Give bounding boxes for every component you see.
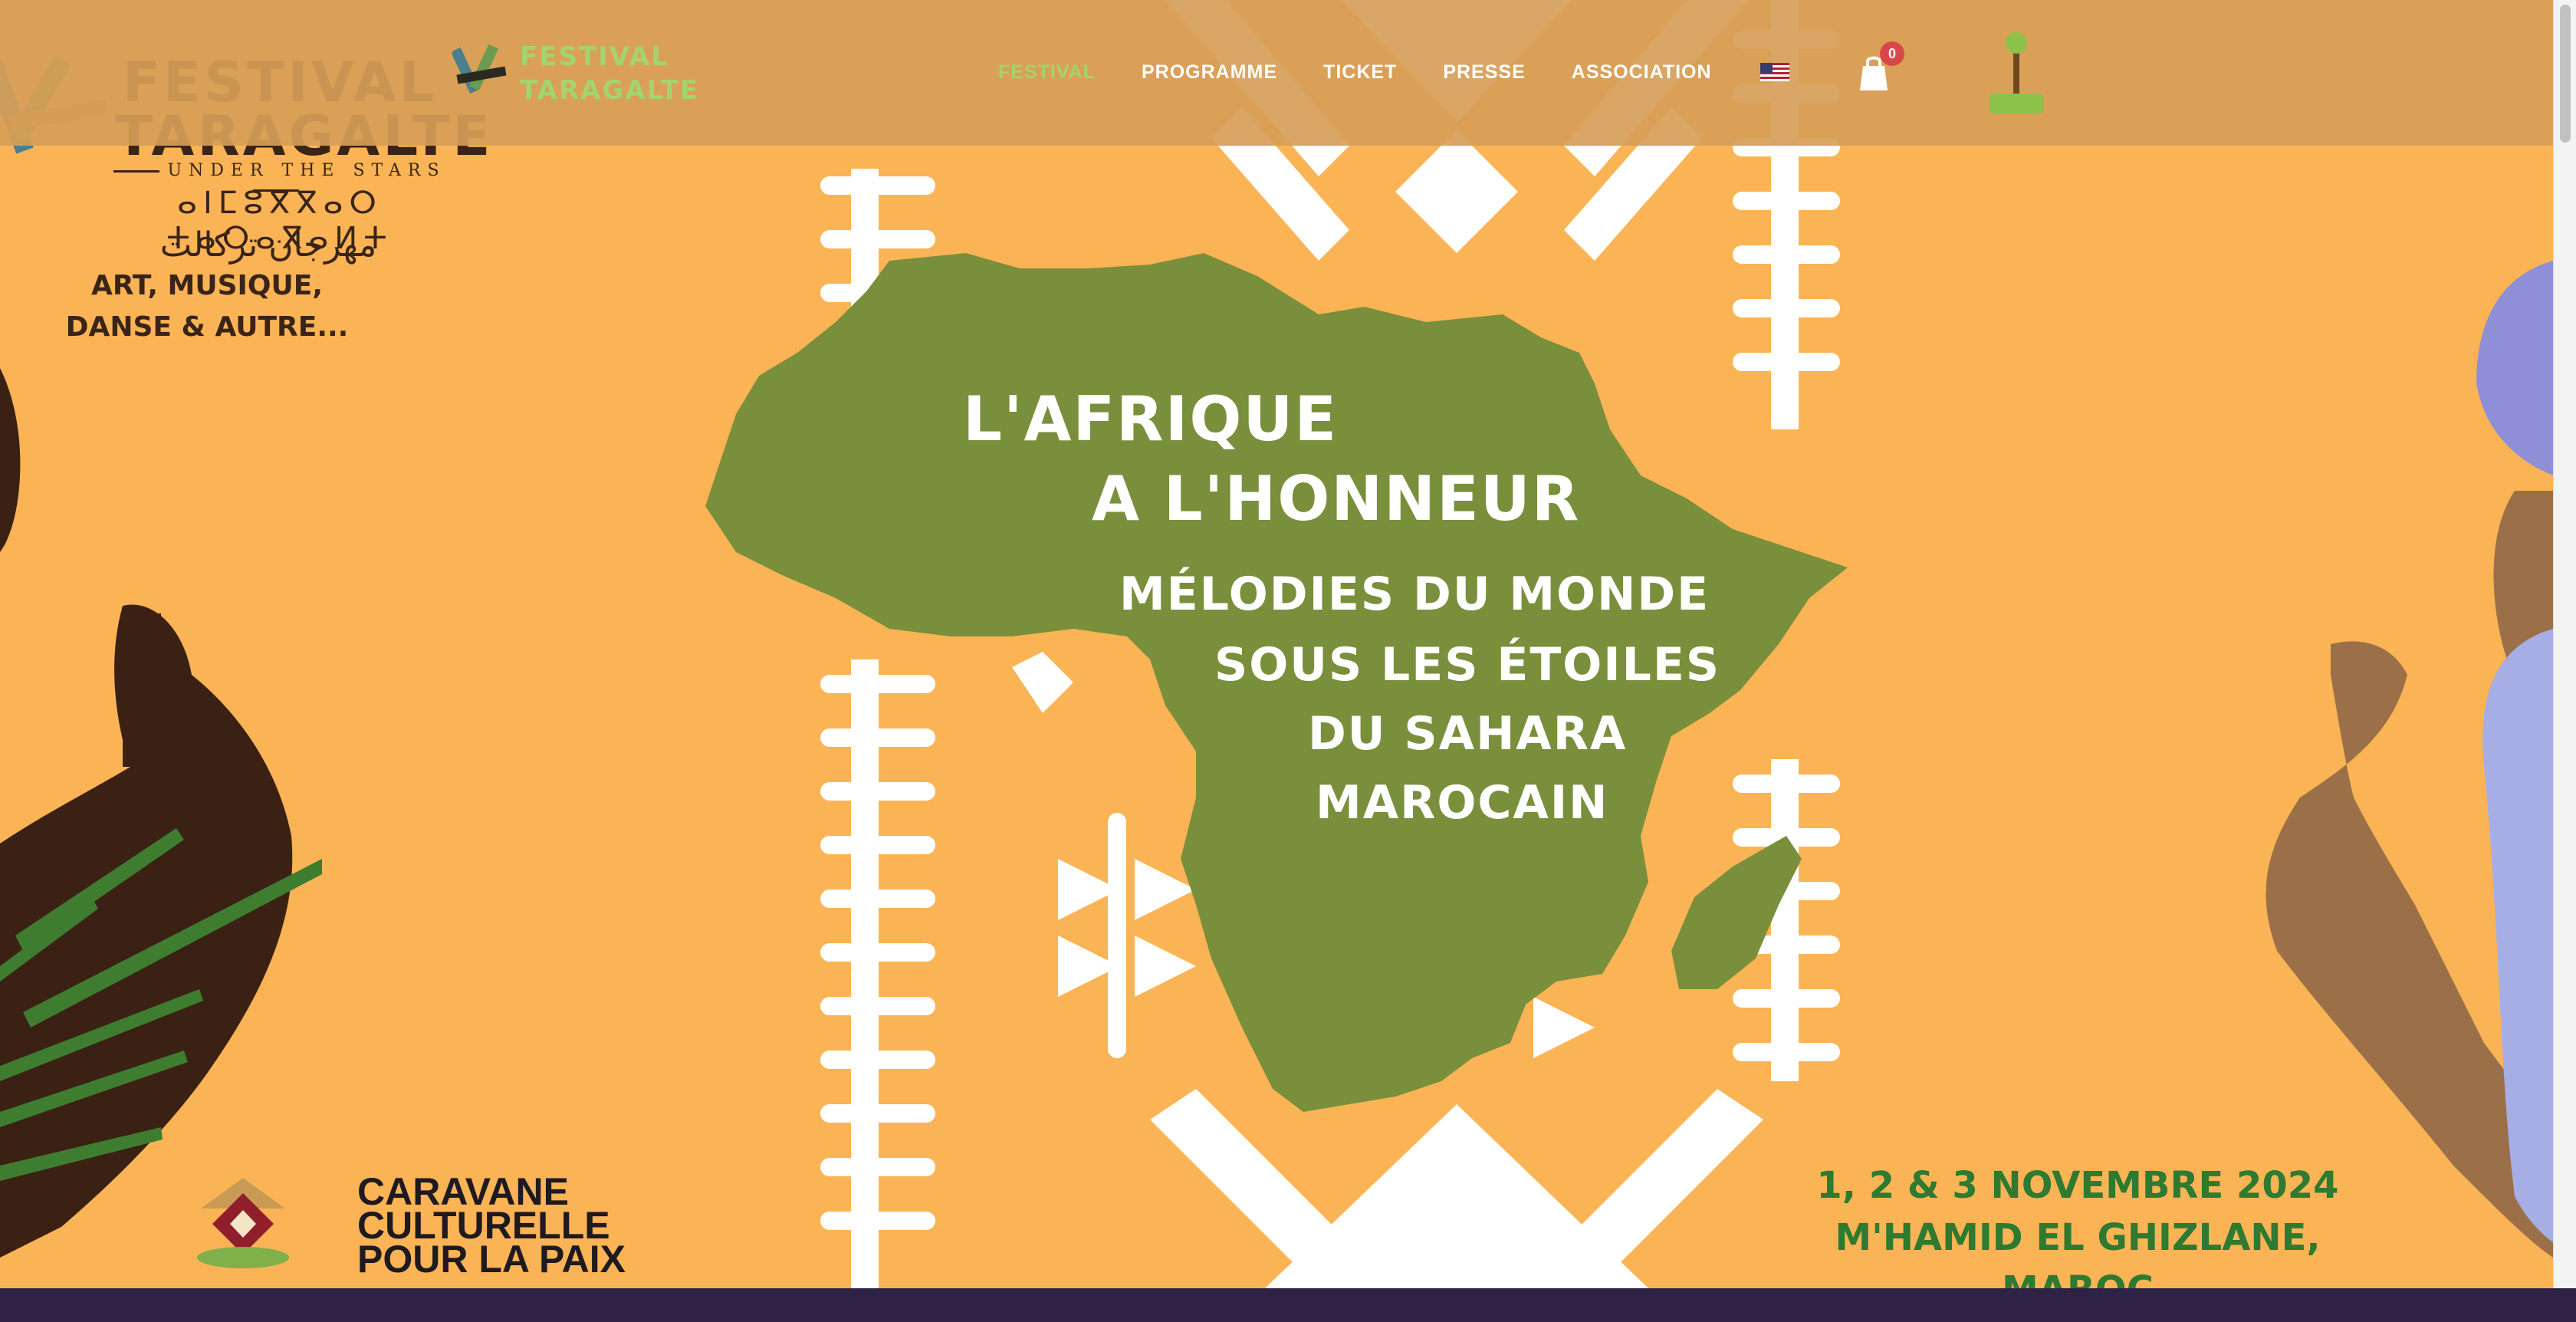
caravane-text: CARAVANE CULTURELLE POUR LA PAIX — [357, 1172, 664, 1281]
footer-strip — [0, 1288, 2576, 1322]
us-flag-icon[interactable] — [1760, 63, 1789, 81]
festival-logo-icon — [450, 44, 507, 94]
main-navigation: FESTIVAL PROGRAMME TICKET PRESSE ASSOCIA… — [998, 57, 1758, 87]
caravane-logo-icon — [197, 1178, 289, 1268]
message-line-2: SOUS LES ÉTOILES — [1214, 638, 1721, 692]
cart-count-badge: 0 — [1880, 41, 1904, 66]
partner-tree-logo[interactable] — [1978, 26, 2055, 118]
message-line-1: MÉLODIES DU MONDE — [1119, 567, 1710, 621]
hero-banner: FESTIVAL TARAGALTE UNDER THE STARS ⴰⵏⵎⵓⴳ… — [0, 0, 2553, 1288]
nav-item-festival[interactable]: FESTIVAL — [998, 61, 1096, 84]
headline-line-2: A L'HONNEUR — [1092, 463, 1581, 534]
event-location: M'HAMID EL GHIZLANE, MAROC — [1835, 1216, 2321, 1288]
nav-item-association[interactable]: ASSOCIATION — [1572, 61, 1712, 84]
nav-item-presse[interactable]: PRESSE — [1443, 61, 1525, 84]
message-line-4: MAROCAIN — [1316, 776, 1609, 830]
caravane-line-3: POUR LA PAIX — [357, 1238, 626, 1281]
logo-arabic-text: مهرجان تركالت — [159, 225, 377, 265]
headline-line-1: L'AFRIQUE — [963, 383, 1339, 455]
event-dates: 1, 2 & 3 NOVEMBRE 2024 — [1816, 1164, 2339, 1207]
event-dates-location: 1, 2 & 3 NOVEMBRE 2024 M'HAMID EL GHIZLA… — [1809, 1159, 2346, 1288]
page-scrollbar[interactable] — [2553, 0, 2576, 1288]
site-header: FESTIVAL TARAGALTE FESTIVAL PROGRAMME TI… — [0, 0, 2553, 146]
header-logo-link[interactable]: FESTIVAL TARAGALTE — [450, 40, 700, 109]
logo-tagline: ART, MUSIQUE, DANSE & AUTRE... — [65, 270, 349, 343]
nav-item-programme[interactable]: PROGRAMME — [1142, 61, 1277, 84]
left-figure-illustration — [0, 368, 322, 1258]
nav-item-ticket[interactable]: TICKET — [1323, 61, 1397, 84]
right-figure-illustration — [2266, 261, 2553, 1258]
header-logo-text: FESTIVAL TARAGALTE — [520, 41, 700, 106]
message-line-3: DU SAHARA — [1308, 707, 1628, 761]
scrollbar-thumb[interactable] — [2560, 5, 2571, 143]
